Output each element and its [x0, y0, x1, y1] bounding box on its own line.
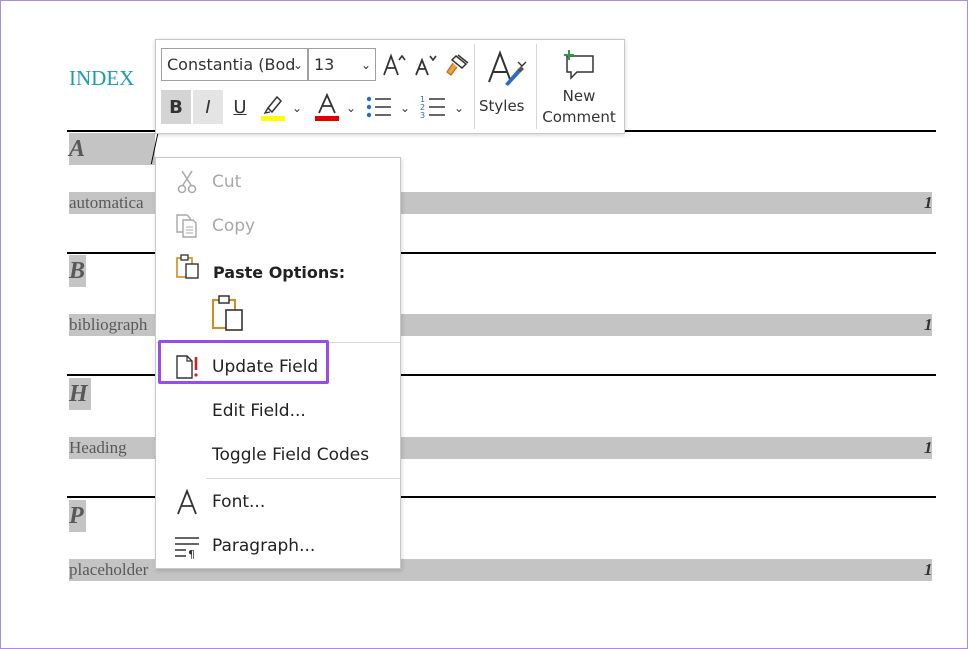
bold-button[interactable]: B	[161, 90, 191, 124]
highlight-dropdown-button[interactable]: ⌄	[290, 95, 304, 121]
underline-button[interactable]: U	[226, 90, 254, 124]
italic-button[interactable]: I	[193, 90, 223, 124]
mini-toolbar: Constantia (Bod ⌄ 13 ⌄ B I U ⌄ ⌄ ⌄ 1 2 3…	[155, 39, 625, 134]
styles-icon	[488, 50, 527, 86]
new-comment-label-line2: Comment	[542, 108, 616, 126]
menu-item-edit-field[interactable]: Edit Field...	[156, 393, 400, 429]
menu-item-label: Paragraph...	[212, 536, 316, 556]
index-entry-text: placeholder	[69, 560, 149, 579]
numbered-list-icon: 1 2 3	[420, 95, 445, 120]
menu-item-label: Copy	[212, 216, 256, 236]
toolbar-separator	[474, 44, 475, 129]
index-entry-text: bibliograph	[69, 315, 148, 334]
bullets-button[interactable]	[364, 90, 394, 124]
highlight-button[interactable]	[258, 90, 288, 124]
font-icon	[177, 489, 197, 515]
font-name-value: Constantia (Bod	[167, 55, 296, 74]
bullets-dropdown-button[interactable]: ⌄	[398, 95, 412, 121]
numbering-button[interactable]: 1 2 3	[418, 90, 448, 124]
index-title: INDEX	[69, 66, 135, 90]
chevron-down-icon: ⌄	[291, 101, 303, 115]
menu-item-toggle-field-codes[interactable]: Toggle Field Codes	[156, 437, 400, 473]
index-entry-page: 1	[924, 193, 932, 212]
new-comment-icon	[564, 50, 594, 80]
paste-options-heading: Paste Options:	[213, 263, 346, 282]
font-color-icon	[315, 92, 339, 121]
paste-options-icon	[176, 254, 199, 279]
format-painter-button[interactable]	[442, 48, 472, 82]
svg-text:3: 3	[420, 111, 425, 120]
index-entry-page: 1	[924, 560, 932, 579]
chevron-down-icon: ⌄	[453, 101, 465, 115]
toolbar-separator	[536, 44, 537, 129]
menu-item-label: Font...	[212, 492, 266, 512]
chevron-down-icon: ⌄	[292, 58, 303, 72]
grow-font-button[interactable]	[380, 48, 408, 82]
index-entry-text: Heading	[69, 438, 127, 457]
chevron-down-icon: ⌄	[345, 101, 357, 115]
section-letter-h: H	[69, 378, 91, 410]
font-color-dropdown-button[interactable]: ⌄	[344, 95, 358, 121]
menu-item-cut[interactable]: Cut	[156, 164, 400, 200]
grow-font-icon	[383, 53, 406, 76]
font-size-value: 13	[314, 55, 335, 74]
paste-keep-text-only-button[interactable]	[210, 294, 250, 336]
index-entry-text: automatica	[69, 193, 144, 212]
font-name-dropdown[interactable]: Constantia (Bod ⌄	[161, 48, 308, 81]
new-comment-label: New Comment	[539, 86, 619, 128]
section-letter-p: P	[69, 500, 86, 532]
menu-item-font[interactable]: Font...	[156, 484, 400, 520]
menu-item-copy[interactable]: Copy	[156, 208, 400, 244]
menu-item-label: Cut	[212, 172, 242, 192]
menu-item-label: Edit Field...	[212, 401, 306, 421]
shrink-font-icon	[415, 55, 437, 76]
font-color-button[interactable]	[312, 90, 342, 124]
index-entry-page: 1	[924, 315, 932, 334]
bullet-list-icon	[366, 96, 391, 118]
svg-text:¶: ¶	[188, 548, 195, 559]
paste-clipboard-icon	[212, 295, 243, 331]
chevron-down-icon: ⌄	[399, 101, 411, 115]
index-entry-page: 1	[924, 438, 932, 457]
copy-icon	[176, 214, 197, 238]
section-letter-b: B	[69, 255, 86, 287]
menu-item-label: Toggle Field Codes	[212, 445, 370, 465]
paragraph-icon: ¶	[175, 537, 199, 559]
menu-item-paragraph[interactable]: ¶ Paragraph...	[156, 528, 400, 564]
styles-label: Styles	[479, 97, 525, 115]
format-painter-icon	[446, 54, 469, 76]
section-letter-a: A	[69, 133, 155, 165]
new-comment-label-line1: New	[562, 87, 596, 105]
font-size-dropdown[interactable]: 13 ⌄	[308, 48, 376, 81]
shrink-font-button[interactable]	[411, 48, 439, 82]
numbering-dropdown-button[interactable]: ⌄	[452, 95, 466, 121]
chevron-down-icon: ⌄	[360, 58, 371, 72]
menu-separator	[206, 478, 400, 479]
highlighter-icon	[261, 95, 285, 121]
scissors-icon	[177, 170, 197, 194]
update-field-highlight	[158, 340, 329, 384]
